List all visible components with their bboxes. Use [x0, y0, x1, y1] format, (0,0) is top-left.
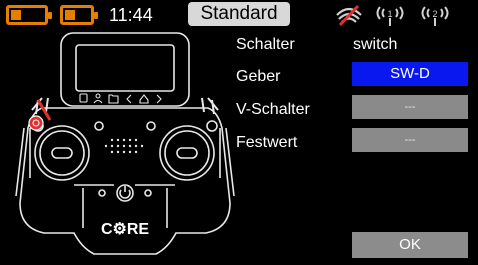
label-schalter: Schalter [236, 36, 295, 53]
label-geber: Geber [236, 68, 281, 85]
screen-display [75, 44, 175, 92]
transmitter-diagram: C⚙RE [15, 32, 235, 255]
ok-button[interactable]: OK [352, 232, 468, 258]
festwert-select-button[interactable]: --- [352, 128, 468, 152]
brand-logo: C⚙RE [101, 221, 149, 238]
left-stick [51, 147, 73, 159]
left-gimbal [34, 125, 90, 181]
label-v-schalter: V-Schalter [236, 101, 310, 118]
right-gimbal [159, 125, 215, 181]
person-icon [95, 93, 101, 99]
mode-label[interactable]: Standard [188, 2, 290, 26]
battery-tx-icon [6, 5, 52, 25]
no-telemetry-icon [336, 4, 362, 27]
clock: 11:44 [109, 5, 153, 25]
right-stick [176, 147, 198, 159]
home-icon [139, 94, 149, 104]
value-schalter: switch [353, 36, 398, 53]
antenna-2-icon: 2 [421, 6, 449, 26]
geber-select-button[interactable]: SW-D [352, 62, 468, 86]
forward-icon [156, 94, 162, 104]
v-schalter-select-button[interactable]: --- [352, 95, 468, 119]
antenna-1-icon: 1 [376, 6, 404, 26]
battery-rx-icon [60, 5, 98, 25]
svg-text:1: 1 [387, 9, 392, 19]
svg-text:2: 2 [432, 9, 437, 19]
back-icon [126, 94, 132, 104]
folder-icon [108, 94, 119, 104]
book-icon [79, 93, 88, 103]
label-festwert: Festwert [236, 134, 298, 151]
